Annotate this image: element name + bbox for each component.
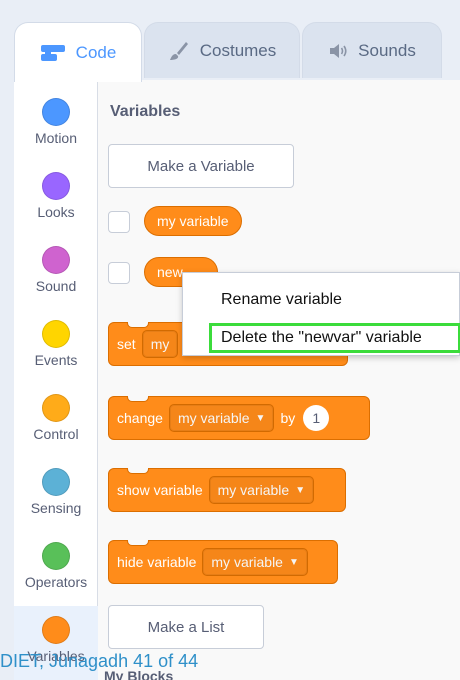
category-operators[interactable]: Operators [14, 532, 98, 606]
tab-costumes[interactable]: Costumes [144, 22, 300, 78]
chevron-down-icon: ▼ [255, 412, 266, 424]
scratch-editor: Costumes Sounds Code Motion Looks Sound … [0, 0, 460, 680]
make-list-button[interactable]: Make a List [108, 605, 264, 649]
operators-color-icon [42, 542, 70, 570]
change-variable-dropdown[interactable]: my variable ▼ [168, 404, 275, 432]
slide-footer: DIET, Junagadh 41 of 44 [0, 651, 199, 671]
sensing-color-icon [42, 468, 70, 496]
set-variable-dropdown[interactable]: my [141, 330, 179, 358]
make-variable-button[interactable]: Make a Variable [108, 144, 294, 188]
tab-sounds[interactable]: Sounds [302, 22, 442, 78]
show-block-verb: show variable [117, 482, 203, 498]
motion-color-icon [42, 98, 70, 126]
tab-code[interactable]: Code [14, 22, 142, 82]
category-label: Control [33, 426, 79, 442]
category-label: Sound [35, 278, 77, 294]
chevron-down-icon: ▼ [288, 556, 299, 568]
my-variable-checkbox[interactable] [108, 211, 130, 233]
category-looks[interactable]: Looks [14, 162, 98, 236]
sound-color-icon [42, 246, 70, 274]
variables-color-icon [42, 616, 70, 644]
hide-variable-name: my variable [211, 554, 283, 570]
change-variable-name: my variable [177, 410, 250, 426]
set-block-verb: set [117, 336, 136, 352]
tab-code-label: Code [75, 42, 117, 62]
block-notch [127, 540, 149, 546]
newvar-label: new [157, 264, 183, 280]
category-label: Events [34, 352, 78, 368]
variable-context-menu: Rename variable Delete the "newvar" vari… [182, 272, 460, 356]
palette-section-title: Variables [110, 103, 181, 120]
category-sound[interactable]: Sound [14, 236, 98, 310]
show-variable-dropdown[interactable]: my variable ▼ [208, 476, 315, 504]
chevron-down-icon: ▼ [295, 484, 306, 496]
change-variable-block[interactable]: change my variable ▼ by 1 [108, 396, 370, 440]
my-variable-reporter[interactable]: my variable [144, 206, 242, 236]
delete-variable-item[interactable]: Delete the "newvar" variable [221, 329, 422, 347]
block-notch [127, 322, 149, 328]
category-label: Sensing [30, 500, 82, 516]
code-icon [40, 44, 66, 62]
category-menu: Motion Looks Sound Events Control Sensin… [14, 80, 98, 680]
category-motion[interactable]: Motion [14, 88, 98, 162]
block-notch [127, 468, 149, 474]
looks-color-icon [42, 172, 70, 200]
hide-variable-dropdown[interactable]: my variable ▼ [202, 548, 308, 576]
control-color-icon [42, 394, 70, 422]
set-variable-name: my [150, 336, 170, 352]
category-label: Operators [24, 574, 88, 590]
category-label: Looks [37, 204, 75, 220]
tab-costumes-label: Costumes [199, 40, 277, 60]
category-events[interactable]: Events [14, 310, 98, 384]
hide-block-verb: hide variable [117, 554, 197, 570]
change-amount-input[interactable]: 1 [303, 405, 330, 431]
category-label: Motion [34, 130, 78, 146]
newvar-checkbox[interactable] [108, 262, 130, 284]
category-sensing[interactable]: Sensing [14, 458, 98, 532]
change-block-by: by [280, 410, 296, 426]
speaker-icon [328, 42, 348, 60]
block-notch [127, 396, 149, 402]
rename-variable-item[interactable]: Rename variable [221, 291, 342, 309]
tab-sounds-label: Sounds [358, 40, 416, 60]
events-color-icon [42, 320, 70, 348]
show-variable-name: my variable [217, 482, 290, 498]
hide-variable-block[interactable]: hide variable my variable ▼ [108, 540, 338, 584]
show-variable-block[interactable]: show variable my variable ▼ [108, 468, 346, 512]
brush-icon [168, 40, 190, 62]
change-block-verb: change [117, 410, 163, 426]
category-control[interactable]: Control [14, 384, 98, 458]
